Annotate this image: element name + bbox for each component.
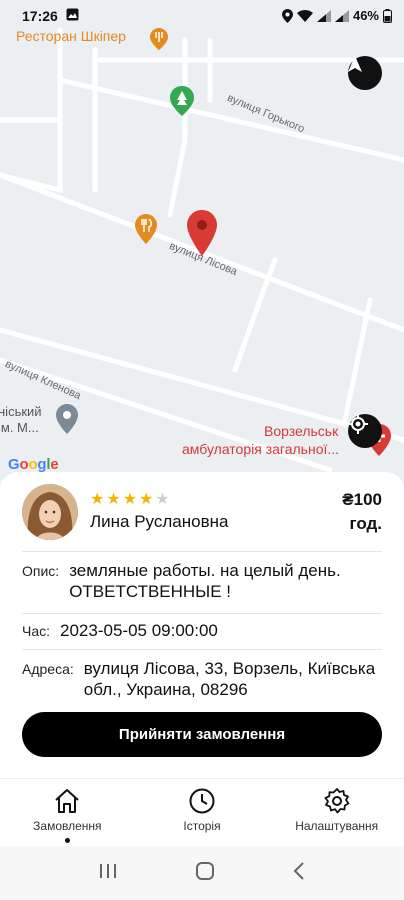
time-row: Час: 2023-05-05 09:00:00 — [22, 614, 382, 650]
recent-apps-button[interactable] — [98, 862, 118, 885]
back-chevron-icon — [293, 861, 304, 880]
star-icon: ★ — [139, 490, 154, 508]
order-card: ★ ★ ★ ★ ★ Лина Руслановна ₴100 год. Опис: зе… — [0, 472, 404, 778]
star-icon: ★ — [122, 490, 138, 508]
description-row: Опис: земляные работы. на целый день. ОТ… — [22, 552, 382, 614]
battery-percent: 46% — [352, 8, 379, 23]
target-icon — [348, 414, 368, 434]
back-button[interactable] — [292, 861, 306, 886]
system-nav-bar — [0, 846, 404, 900]
navigation-arrow-icon — [348, 56, 362, 72]
home-icon — [55, 789, 80, 813]
accept-order-button[interactable]: Прийняти замовлення — [22, 712, 382, 757]
map-view[interactable]: Ресторан Шкіпер вулиця Горького вулиця Л… — [0, 0, 404, 480]
poi-left-line1: нiський — [0, 404, 42, 419]
wifi-icon — [296, 9, 313, 22]
user-name: Лина Руслановна — [90, 511, 229, 531]
home-square-icon — [195, 861, 214, 880]
address-row: Адреса: вулиця Лісова, 33, Ворзель, Київ… — [22, 650, 382, 710]
time-value: 2023-05-05 09:00:00 — [60, 621, 218, 640]
clock-icon — [189, 788, 215, 814]
bottom-nav: Замовлення Історія Налаштування — [0, 778, 404, 846]
nav-item-history[interactable]: Історія — [135, 779, 270, 846]
avatar-image — [22, 483, 78, 540]
description-label: Опис: — [22, 563, 60, 579]
price-unit: год. — [349, 513, 382, 533]
signal-icon — [316, 9, 331, 22]
home-button[interactable] — [195, 861, 215, 886]
star-icon: ★ — [155, 490, 170, 508]
order-header: ★ ★ ★ ★ ★ Лина Руслановна ₴100 год. — [22, 472, 382, 552]
recent-apps-icon — [100, 863, 117, 878]
my-location-button[interactable] — [348, 414, 382, 448]
nav-label-history: Історія — [183, 819, 221, 833]
poi-clinic-line1: Ворзельськ — [264, 423, 339, 439]
star-icon: ★ — [90, 490, 105, 508]
poi-clinic-line2: амбулаторія загальної... — [182, 441, 340, 457]
nav-label-settings: Налаштування — [295, 819, 379, 833]
rating-stars: ★ ★ ★ ★ ★ — [90, 490, 342, 508]
price: ₴100 год. — [342, 488, 382, 536]
avatar[interactable] — [22, 483, 78, 540]
poi-clinic-label[interactable]: Ворзельськ амбулаторія загальної... — [182, 422, 339, 458]
poi-left-line2: iм. М... — [0, 420, 39, 435]
description-value: земляные работы. на целый день. ОТВЕТСТВ… — [69, 561, 341, 601]
compass-button[interactable] — [348, 56, 382, 90]
location-status-icon — [281, 8, 293, 23]
image-notification-icon — [66, 8, 79, 24]
poi-left-label[interactable]: нiський iм. М... — [0, 404, 42, 436]
active-indicator — [64, 838, 70, 843]
battery-icon — [383, 8, 392, 23]
status-right: 46% — [281, 8, 392, 23]
status-bar: 17:26 46% — [0, 0, 404, 44]
nav-label-orders: Замовлення — [33, 819, 102, 833]
google-letter: e — [50, 456, 59, 473]
status-time: 17:26 — [22, 8, 58, 24]
time-label: Час: — [22, 623, 51, 639]
star-icon: ★ — [106, 490, 121, 508]
google-logo: Google — [8, 456, 59, 473]
address-label: Адреса: — [22, 661, 74, 677]
address-value: вулиця Лісова, 33, Ворзель, Київська обл… — [83, 659, 376, 699]
nav-item-settings[interactable]: Налаштування — [269, 779, 404, 846]
google-letter: G — [8, 456, 20, 473]
gear-icon — [324, 788, 350, 814]
user-info: ★ ★ ★ ★ ★ Лина Руслановна — [90, 490, 342, 532]
nav-item-orders[interactable]: Замовлення — [0, 779, 135, 846]
signal-2-icon — [334, 9, 349, 22]
price-amount: ₴100 — [342, 489, 382, 509]
